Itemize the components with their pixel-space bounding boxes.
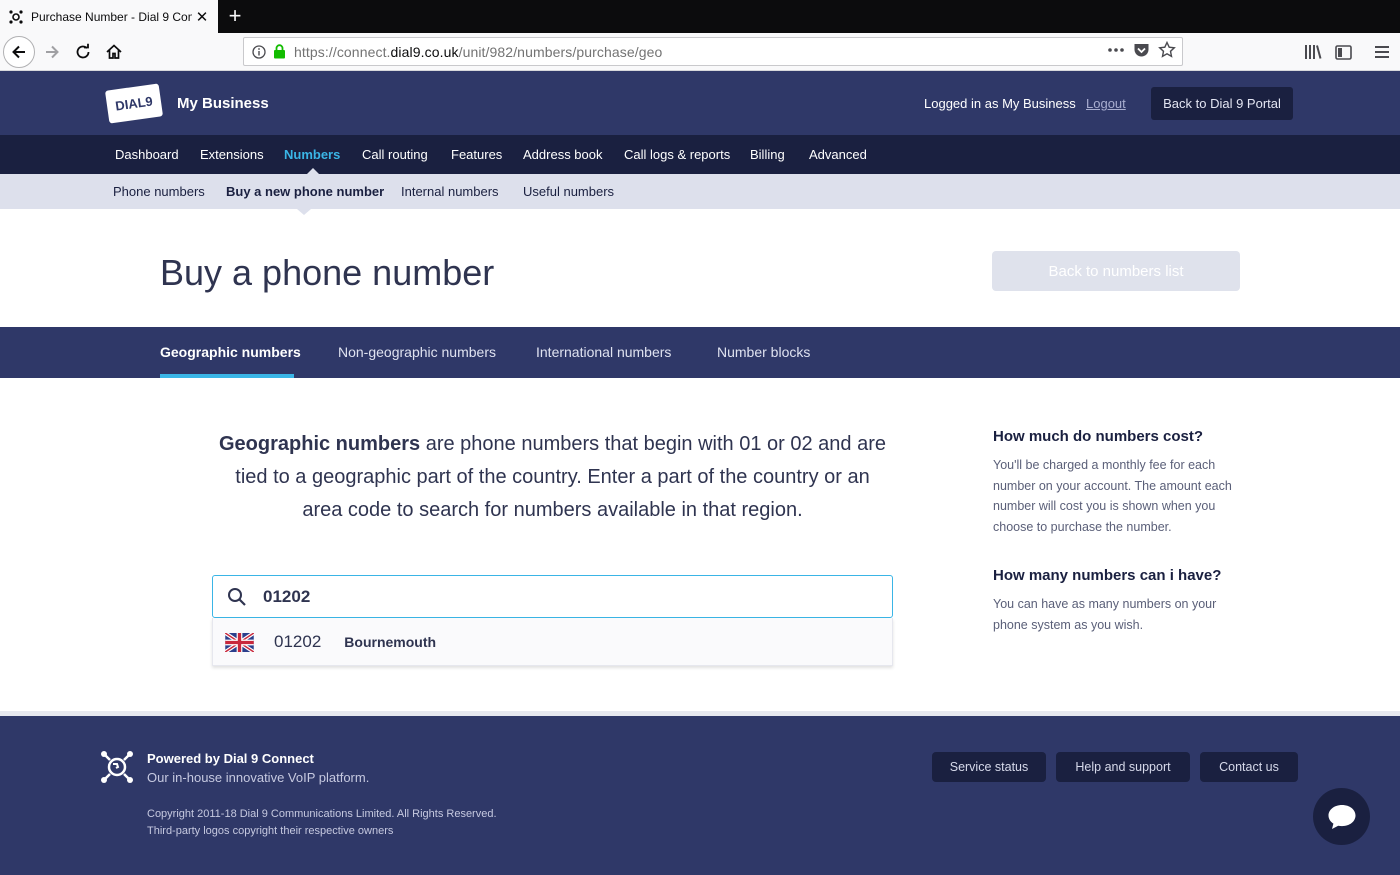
sidebar-icon <box>1334 44 1352 60</box>
chat-button[interactable] <box>1313 788 1370 845</box>
nav-billing[interactable]: Billing <box>750 147 785 162</box>
tab-international[interactable]: International numbers <box>536 344 671 360</box>
main-nav: Dashboard Extensions Numbers Call routin… <box>0 135 1400 174</box>
back-button[interactable] <box>3 36 35 68</box>
close-tab-icon[interactable]: ✕ <box>192 8 212 26</box>
number-type-tabs: Geographic numbers Non-geographic number… <box>0 327 1400 378</box>
favicon-icon <box>8 9 24 25</box>
footer: Powered by Dial 9 Connect Our in-house i… <box>0 716 1400 875</box>
browser-toolbar: https://connect.dial9.co.uk/unit/982/num… <box>0 33 1400 71</box>
pocket-icon[interactable] <box>1133 42 1150 58</box>
tab-non-geographic[interactable]: Non-geographic numbers <box>338 344 496 360</box>
footer-copyright: Copyright 2011-18 Dial 9 Communications … <box>147 808 497 820</box>
contact-us-button[interactable]: Contact us <box>1200 752 1298 782</box>
page-title: Buy a phone number <box>160 252 495 293</box>
intro-text: Geographic numbers are phone numbers tha… <box>215 428 890 527</box>
home-button[interactable] <box>98 36 130 68</box>
url-text: https://connect.dial9.co.uk/unit/982/num… <box>294 43 663 60</box>
forward-button[interactable] <box>36 36 68 68</box>
new-tab-button[interactable]: + <box>224 3 246 29</box>
subnav-buy-number[interactable]: Buy a new phone number <box>226 184 384 199</box>
account-name: My Business <box>177 95 269 112</box>
browser-tab[interactable]: Purchase Number - Dial 9 Comm ✕ <box>0 0 218 33</box>
menu-button[interactable] <box>1366 36 1398 68</box>
library-button[interactable] <box>1297 36 1329 68</box>
suggestion-item[interactable]: 01202 Bournemouth <box>213 618 894 666</box>
tab-geographic[interactable]: Geographic numbers <box>160 344 301 360</box>
limit-text: You can have as many numbers on your pho… <box>993 597 1217 632</box>
sidebar-toggle-button[interactable] <box>1327 36 1359 68</box>
uk-flag-icon <box>225 632 254 652</box>
suggestion-code: 01202 <box>274 632 322 651</box>
sub-nav: Phone numbers Buy a new phone number Int… <box>0 174 1400 209</box>
nav-features[interactable]: Features <box>451 147 502 162</box>
search-icon <box>227 587 251 607</box>
logged-in-text: Logged in as My Business <box>924 96 1076 111</box>
dial9-connect-logo-icon <box>101 751 133 783</box>
logout-link[interactable]: Logout <box>1086 96 1126 111</box>
footer-subtitle: Our in-house innovative VoIP platform. <box>147 770 370 785</box>
lock-icon <box>274 44 285 59</box>
help-support-button[interactable]: Help and support <box>1056 752 1190 782</box>
chat-bubble-icon <box>1328 804 1355 829</box>
dial9-logo[interactable]: DIAL9 <box>104 83 164 124</box>
browser-tab-title: Purchase Number - Dial 9 Comm <box>31 9 192 24</box>
suggestion-place: Bournemouth <box>344 634 437 650</box>
reload-button[interactable] <box>67 36 99 68</box>
subnav-internal-numbers[interactable]: Internal numbers <box>401 184 499 199</box>
area-search-input[interactable] <box>263 586 823 607</box>
active-subnav-indicator <box>297 209 311 215</box>
more-icon[interactable] <box>1107 47 1125 53</box>
hamburger-icon <box>1375 46 1389 58</box>
arrow-right-icon <box>46 45 59 59</box>
footer-title: Powered by Dial 9 Connect <box>147 751 314 766</box>
intro-lead: Geographic numbers <box>218 433 421 455</box>
info-icon <box>252 44 266 59</box>
active-tab-underline <box>160 374 294 378</box>
nav-address-book[interactable]: Address book <box>523 147 603 162</box>
reload-icon <box>76 43 90 59</box>
nav-call-logs[interactable]: Call logs & reports <box>624 147 730 162</box>
arrow-left-icon <box>12 45 25 59</box>
nav-call-routing[interactable]: Call routing <box>362 147 428 162</box>
limit-heading: How many numbers can i have? <box>993 567 1222 584</box>
back-to-numbers-list-button[interactable]: Back to numbers list <box>992 251 1240 291</box>
browser-tab-strip: Purchase Number - Dial 9 Comm ✕ + <box>0 0 1400 33</box>
cost-heading: How much do numbers cost? <box>993 428 1204 445</box>
nav-numbers[interactable]: Numbers <box>284 147 340 162</box>
logo-text: DIAL9 <box>114 93 154 114</box>
cost-text: You'll be charged a monthly fee for each… <box>993 458 1232 534</box>
service-status-button[interactable]: Service status <box>932 752 1046 782</box>
subnav-phone-numbers[interactable]: Phone numbers <box>113 184 205 199</box>
subnav-useful-numbers[interactable]: Useful numbers <box>523 184 614 199</box>
nav-dashboard[interactable]: Dashboard <box>115 147 179 162</box>
tab-number-blocks[interactable]: Number blocks <box>717 344 810 360</box>
nav-extensions[interactable]: Extensions <box>200 147 264 162</box>
back-to-portal-button[interactable]: Back to Dial 9 Portal <box>1151 87 1293 120</box>
area-search-box[interactable] <box>212 575 893 618</box>
app-header: DIAL9 My Business Logged in as My Busine… <box>0 71 1400 135</box>
library-icon <box>1305 45 1322 59</box>
nav-advanced[interactable]: Advanced <box>809 147 867 162</box>
bookmark-star-icon[interactable] <box>1158 41 1176 59</box>
home-icon <box>106 44 122 59</box>
address-bar[interactable]: https://connect.dial9.co.uk/unit/982/num… <box>243 37 1183 66</box>
footer-third-party: Third-party logos copyright their respec… <box>147 825 394 837</box>
search-suggestions: 01202 Bournemouth <box>212 618 893 666</box>
